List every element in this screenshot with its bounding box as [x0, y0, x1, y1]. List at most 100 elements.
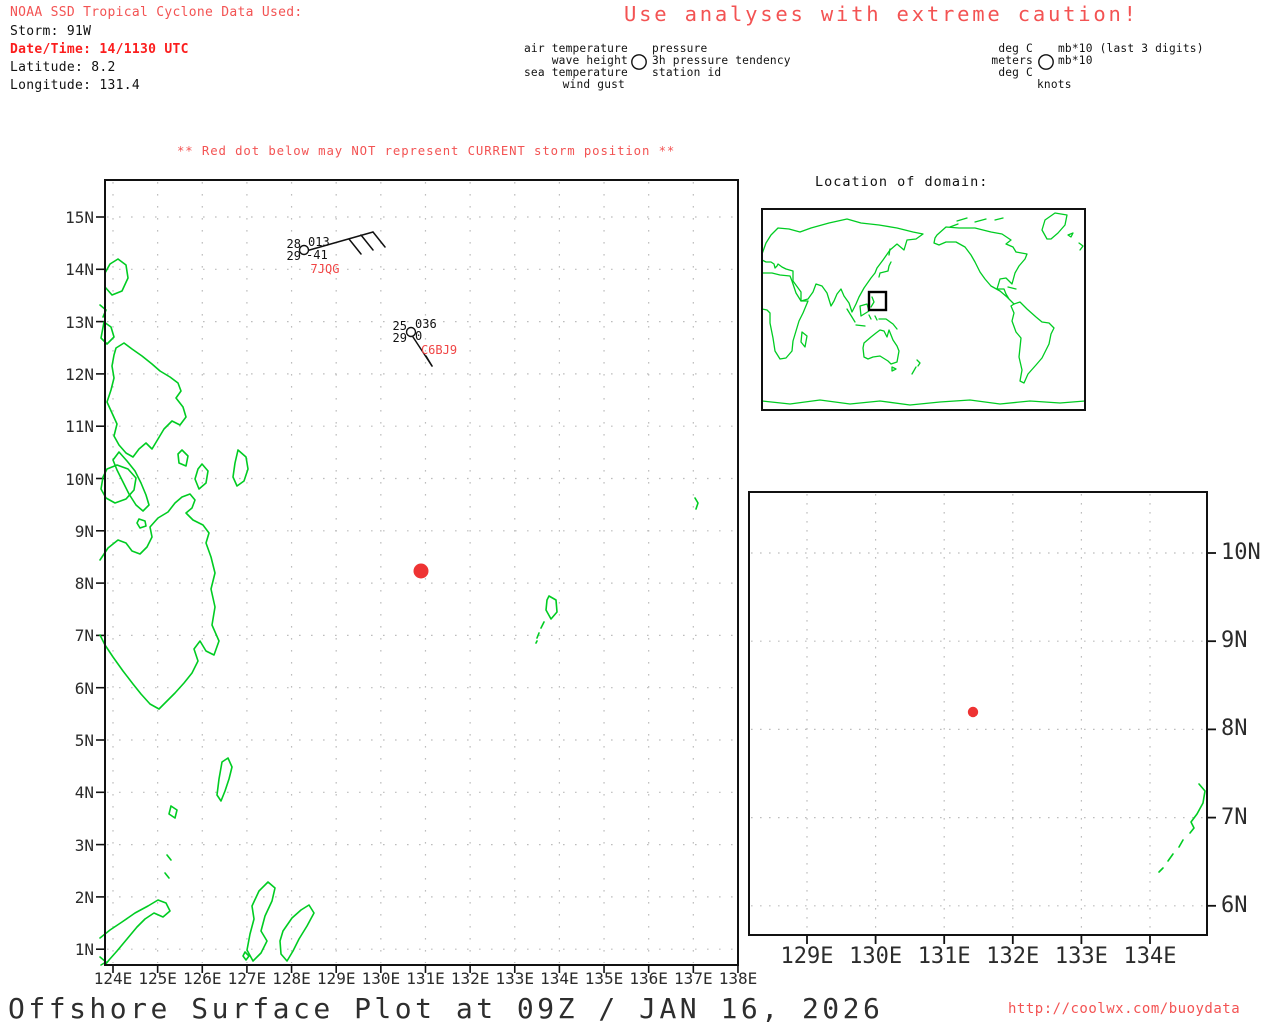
coastline — [545, 595, 558, 620]
coastline — [862, 329, 900, 365]
zoom-inset-lon-tick-label: 129E — [780, 944, 834, 969]
coastline — [168, 805, 178, 819]
world-inset-coastlines — [761, 212, 1086, 406]
main-map-lat-tick-label: 6N — [74, 678, 94, 698]
legend-station-circle — [631, 54, 647, 70]
main-map-lat-tick-label: 12N — [65, 364, 94, 384]
main-map-lat-tick-label: 1N — [74, 940, 94, 960]
coastline — [1189, 783, 1206, 834]
legend-unit-knots: knots — [1037, 78, 1072, 91]
main-map-lon-tick-label: 126E — [183, 969, 222, 988]
world-inset-frame — [761, 208, 1086, 411]
source-url: http://coolwx.com/buoydata — [1008, 1001, 1241, 1017]
main-map-lon-tick-label: 133E — [495, 969, 535, 988]
main-map-lon-tick-label: 137E — [674, 969, 713, 988]
coastline — [194, 463, 209, 490]
coastline — [891, 366, 897, 372]
main-map-lon-tick-label: 136E — [629, 969, 668, 988]
main-map-lon-tick-label: 134E — [540, 969, 579, 988]
storm-position-dot — [413, 563, 429, 579]
main-map-lat-tick-label: 3N — [74, 835, 94, 855]
main-map-lon-tick-label: 124E — [93, 969, 133, 988]
station-id-label: C6BJ9 — [420, 343, 458, 357]
legend-unit-mb10: mb*10 — [1058, 54, 1093, 67]
coastline — [800, 331, 808, 348]
zoom-inset-lon-tick-label: 133E — [1054, 944, 1108, 969]
coastline — [100, 321, 115, 345]
latitude-line: Latitude: 8.2 — [10, 60, 116, 75]
main-map-lat-tick-label: 14N — [65, 260, 94, 280]
coastline — [1158, 839, 1184, 873]
zoom-inset-lat-tick-label: 10N — [1221, 540, 1261, 565]
coastline — [279, 904, 315, 962]
main-map-lon-tick-label: 130E — [361, 969, 401, 988]
legend-station-id: station id — [652, 66, 722, 79]
offshore-surface-plot-page: NOAA SSD Tropical Cyclone Data Used: Sto… — [0, 0, 1280, 1024]
station-id-label: 7JQG — [310, 262, 340, 276]
coastline — [166, 854, 172, 861]
main-map-lat-tick-label: 13N — [65, 312, 94, 332]
zoom-inset-lat-tick-label: 8N — [1221, 716, 1248, 742]
station-obs-value: 013 — [308, 235, 330, 249]
coastline — [104, 258, 129, 296]
datetime-line: Date/Time: 14/1130 UTC — [10, 42, 189, 57]
zoom-inset-lat-tick-label: 7N — [1221, 804, 1248, 830]
legend-wind-gust: wind gust — [562, 78, 625, 91]
station-obs-value: 0 — [415, 329, 423, 343]
plot-title: Offshore Surface Plot at 09Z / JAN 16, 2… — [8, 992, 884, 1024]
main-map-lat-tick-label: 7N — [74, 626, 94, 646]
main-map-lon-tick-label: 135E — [584, 969, 624, 988]
coastline — [933, 226, 1028, 305]
coastline — [99, 493, 220, 710]
coastline — [694, 497, 699, 510]
coastline — [136, 518, 147, 529]
main-map-lat-tick-label: 4N — [74, 783, 94, 803]
storm-line: Storm: 91W — [10, 24, 92, 39]
zoom-inset-frame — [748, 491, 1208, 936]
coastline — [761, 272, 809, 360]
world-inset-title: Location of domain: — [815, 174, 989, 190]
coastline — [1078, 242, 1084, 251]
storm-position-dot-zoom — [967, 706, 979, 718]
coastline — [106, 342, 187, 458]
main-map-lon-tick-label: 129E — [316, 969, 356, 988]
main-map-lat-tick-label: 9N — [74, 521, 94, 541]
main-map-coastlines — [99, 258, 699, 966]
coastline — [1010, 301, 1055, 384]
main-map-lat-tick-label: 2N — [74, 887, 94, 907]
zoom-inset-lon-tick-label: 131E — [917, 944, 971, 969]
legend-unit-deg-c-2: deg C — [998, 66, 1033, 79]
legend-station-circle — [1038, 54, 1054, 70]
coastline — [761, 218, 924, 313]
coastline — [878, 318, 898, 330]
main-map-lat-tick-label: 10N — [65, 469, 94, 489]
coastline — [761, 399, 1086, 406]
main-map-lat-tick-label: 5N — [74, 731, 94, 750]
coastline — [232, 449, 249, 487]
main-map-lat-tick-label: 11N — [65, 417, 94, 437]
coastline — [535, 621, 545, 644]
coastline — [911, 359, 921, 375]
main-map-lat-tick-label: 15N — [65, 208, 94, 227]
coastline — [846, 308, 866, 327]
wind-barb-feather — [425, 355, 433, 367]
main-map-lat-tick-label: 8N — [74, 574, 94, 594]
zoom-inset-lon-tick-label: 132E — [986, 944, 1040, 969]
main-map-lon-tick-label: 131E — [406, 969, 445, 988]
zoom-inset-lon-tick-label: 134E — [1123, 944, 1177, 969]
coastline — [1007, 286, 1017, 290]
main-map-lon-tick-label: 132E — [450, 969, 490, 988]
coastline — [164, 872, 170, 879]
main-map-lon-tick-label: 125E — [138, 969, 177, 988]
coastline — [177, 449, 189, 467]
coastline — [949, 217, 1004, 228]
zoom-inset-lat-tick-label: 9N — [1221, 628, 1248, 654]
main-map-lon-tick-label: 127E — [227, 969, 267, 988]
storm-position-warning: ** Red dot below may NOT represent CURRE… — [177, 144, 676, 158]
coastline — [99, 899, 171, 966]
station-obs-value: 29 — [392, 331, 407, 345]
main-map-lon-tick-label: 138E — [718, 969, 758, 988]
grid-layer — [96, 182, 1216, 973]
coastline — [1067, 232, 1074, 238]
station-obs-value: -41 — [306, 248, 328, 262]
